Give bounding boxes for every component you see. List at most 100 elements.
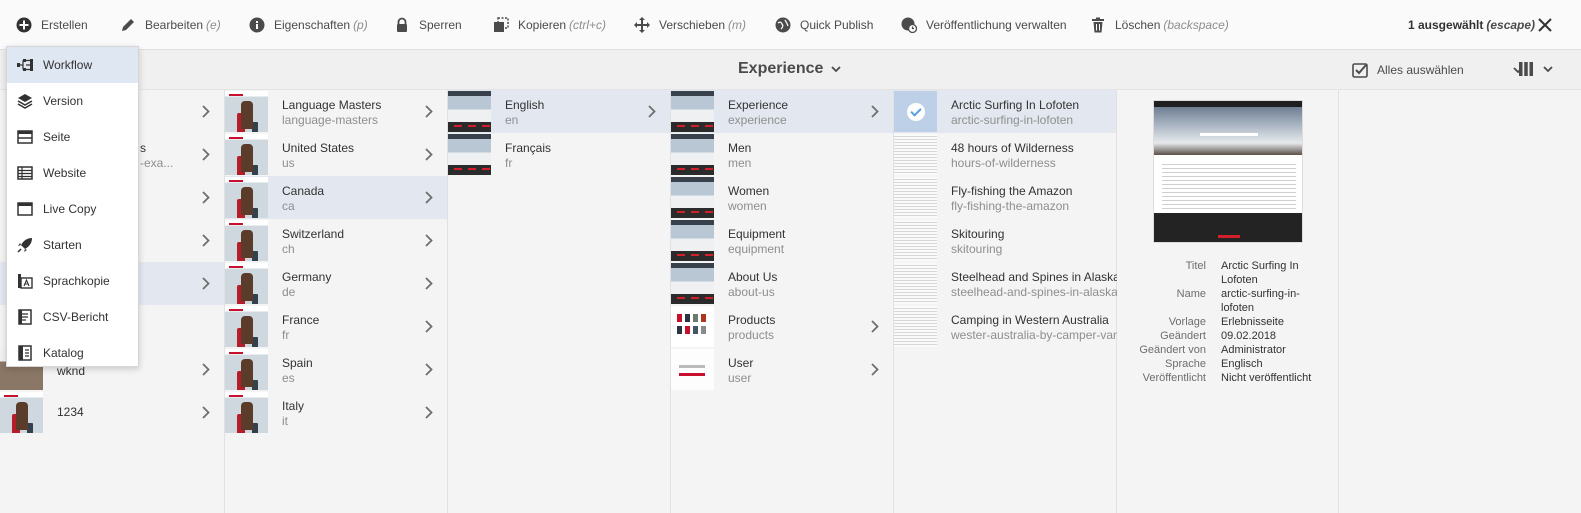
list-item[interactable]: Equipment equipment [671, 219, 893, 262]
copy-button[interactable]: Kopieren (ctrl+c) [493, 0, 606, 50]
item-title: Equipment [728, 227, 786, 241]
column-pages: Arctic Surfing In Lofoten arctic-surfing-… [894, 90, 1120, 513]
list-item[interactable]: Italy it [225, 391, 447, 434]
add-circle-icon [16, 17, 32, 33]
list-item[interactable]: Switzerland ch [225, 219, 447, 262]
list-item[interactable]: About Us about-us [671, 262, 893, 305]
chevron-down-icon [831, 65, 842, 72]
item-title: Language Masters [282, 98, 382, 112]
list-item-selected[interactable]: Arctic Surfing In Lofoten arctic-surfing-… [894, 90, 1116, 133]
page-preview-thumbnail [1153, 100, 1303, 243]
page-thumbnail [448, 134, 491, 175]
move-shortcut: (m) [728, 18, 747, 32]
item-name: -exa... [140, 156, 174, 170]
list-item[interactable]: Spain es [225, 348, 447, 391]
chevron-right-icon [425, 105, 433, 118]
page-thumbnail [894, 177, 937, 218]
list-item[interactable]: France fr [225, 305, 447, 348]
delete-button[interactable]: Löschen (backspace) [1090, 0, 1229, 50]
menu-item-live-copy[interactable]: Live Copy [7, 191, 138, 227]
column-view-icon [1519, 62, 1533, 76]
menu-item-csv-report[interactable]: CSV-Bericht [7, 299, 138, 335]
item-name: de [282, 285, 296, 299]
create-label: Erstellen [41, 18, 88, 32]
chevron-right-icon [871, 320, 879, 333]
create-button[interactable]: Erstellen [16, 0, 88, 50]
properties-button[interactable]: Eigenschaften (p) [249, 0, 368, 50]
item-title: Camping in Western Australia [951, 313, 1109, 327]
close-icon[interactable] [1536, 16, 1554, 34]
edit-label: Bearbeiten [145, 18, 204, 32]
page-thumbnail [671, 91, 714, 132]
lock-label: Sperren [419, 18, 462, 32]
item-title: Skitouring [951, 227, 1005, 241]
item-name: skitouring [951, 242, 1003, 256]
menu-item-version[interactable]: Version [7, 83, 138, 119]
item-title: s [140, 141, 146, 155]
edit-button[interactable]: Bearbeiten (e) [120, 0, 221, 50]
column-languages: English en Français fr [448, 90, 671, 513]
lock-button[interactable]: Sperren [394, 0, 462, 50]
page-thumbnail [225, 306, 268, 347]
item-name: men [728, 156, 752, 170]
delete-shortcut: (backspace) [1163, 18, 1229, 32]
list-item[interactable]: Camping in Western Australia wester-austr… [894, 305, 1120, 348]
item-title: 48 hours of Wilderness [951, 141, 1074, 155]
item-name: experience [728, 113, 787, 127]
item-title: Men [728, 141, 752, 155]
list-item[interactable]: 1234 [0, 391, 224, 434]
menu-item-page[interactable]: Seite [7, 119, 138, 155]
item-title: Steelhead and Spines in Alaska [951, 270, 1120, 284]
quick-publish-button[interactable]: Quick Publish [775, 0, 873, 50]
item-name: hours-of-wilderness [951, 156, 1056, 170]
page-thumbnail [671, 220, 714, 261]
page-thumbnail [225, 220, 268, 261]
list-item[interactable]: Language Masters language-masters [225, 90, 447, 133]
list-item[interactable]: Français fr [448, 133, 670, 176]
list-item-selected[interactable]: Experience experience [671, 90, 893, 133]
meta-modified-label: Geändert [1160, 330, 1206, 342]
page-thumbnail [0, 392, 43, 433]
page-title[interactable]: Experience [738, 60, 842, 78]
item-name: it [282, 414, 288, 428]
menu-item-catalog[interactable]: Katalog [7, 335, 138, 371]
list-item-selected[interactable]: English en [448, 90, 670, 133]
menu-item-launch[interactable]: Starten [7, 227, 138, 263]
select-all-button[interactable]: Alles auswählen [1352, 62, 1523, 78]
menu-item-label: Sprachkopie [43, 274, 110, 288]
menu-item-label: CSV-Bericht [43, 310, 109, 324]
menu-item-label: Starten [43, 238, 82, 252]
list-item-selected[interactable]: Canada ca [225, 176, 447, 219]
item-title: User [728, 356, 754, 370]
page-thumbnail [894, 220, 937, 261]
manage-publication-button[interactable]: Veröffentlichung verwalten [901, 0, 1067, 50]
item-title: About Us [728, 270, 778, 284]
chevron-right-icon [871, 105, 879, 118]
page-thumbnail [894, 306, 937, 347]
list-item[interactable]: Men men [671, 133, 893, 176]
chevron-right-icon [648, 105, 656, 118]
list-item[interactable]: United States us [225, 133, 447, 176]
menu-item-language-copy[interactable]: Sprachkopie [7, 263, 138, 299]
view-switcher[interactable] [1519, 62, 1553, 76]
list-item[interactable]: Skitouring skitouring [894, 219, 1116, 262]
list-item[interactable]: 48 hours of Wilderness hours-of-wildernes… [894, 133, 1116, 176]
menu-item-website[interactable]: Website [7, 155, 138, 191]
chevron-right-icon [202, 105, 210, 118]
chevron-down-icon [1543, 65, 1553, 72]
list-item[interactable]: Fly-fishing the Amazon fly-fishing-the-am… [894, 176, 1116, 219]
website-icon [17, 166, 33, 180]
move-button[interactable]: Verschieben (m) [634, 0, 746, 50]
item-name: fly-fishing-the-amazon [951, 199, 1070, 213]
list-item[interactable]: User user [671, 348, 893, 391]
menu-item-label: Seite [43, 130, 71, 144]
list-item[interactable]: Products products [671, 305, 893, 348]
list-item[interactable]: Steelhead and Spines in Alaska steelhead-… [894, 262, 1120, 305]
rocket-icon [17, 238, 32, 253]
list-item[interactable]: Women women [671, 176, 893, 219]
menu-item-workflow[interactable]: Workflow [7, 47, 138, 83]
item-name: en [505, 113, 519, 127]
list-item[interactable]: Germany de [225, 262, 447, 305]
column-sections: Experience experience Men men Women women E… [671, 90, 894, 513]
item-title: Français [505, 141, 552, 155]
